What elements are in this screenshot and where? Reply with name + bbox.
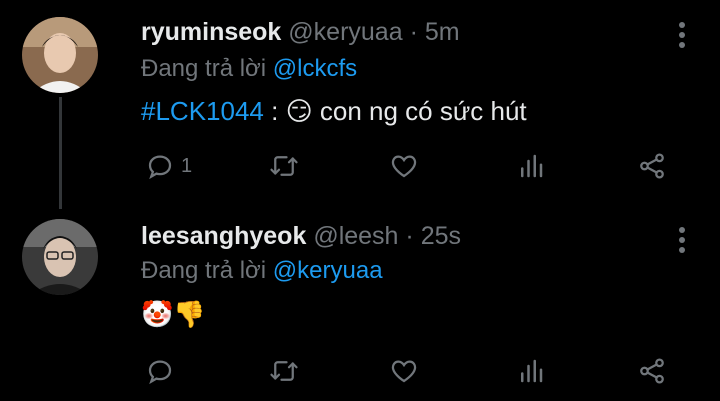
more-icon[interactable] (678, 22, 686, 50)
like-button[interactable] (389, 148, 419, 184)
body-text: con ng có sức hút (312, 96, 527, 126)
tweet-text: 🤡👎 (141, 299, 206, 330)
tweet-text: #LCK1044 : 😏 con ng có sức hút (141, 96, 527, 127)
retweet-button[interactable] (269, 148, 299, 184)
display-name[interactable]: ryuminseok (141, 18, 281, 46)
tweet-header: leesanghyeok @leesh · 25s (141, 222, 461, 251)
separator: · (405, 222, 414, 250)
views-icon (521, 359, 543, 383)
views-button[interactable] (516, 148, 546, 184)
tweet-header: ryuminseok @keryuaa · 5m (141, 18, 460, 47)
like-button[interactable] (389, 353, 419, 389)
reply-icon (148, 155, 172, 180)
body-colon: : (263, 96, 286, 126)
tweet[interactable]: leesanghyeok @leesh · 25s Đang trả lời @… (0, 205, 720, 401)
like-icon (391, 360, 417, 383)
smirk-emoji: 😏 (285, 96, 313, 126)
share-icon (640, 358, 664, 384)
timestamp[interactable]: 25s (421, 222, 461, 250)
user-handle[interactable]: @keryuaa (288, 18, 402, 46)
tweet-actions: 1 (141, 148, 681, 188)
share-button[interactable] (637, 353, 667, 389)
tweet[interactable]: ryuminseok @keryuaa · 5m Đang trả lời @l… (0, 0, 720, 209)
views-icon (521, 154, 543, 178)
avatar[interactable] (22, 219, 98, 295)
separator: · (409, 18, 418, 46)
clown-thumbs-down-emoji: 🤡👎 (141, 299, 206, 329)
reply-prefix: Đang trả lời (141, 257, 267, 284)
replying-to: Đang trả lời @keryuaa (141, 257, 383, 285)
more-icon[interactable] (678, 227, 686, 255)
replying-to: Đang trả lời @lckcfs (141, 55, 357, 83)
reply-prefix: Đang trả lời (141, 55, 267, 82)
share-button[interactable] (637, 148, 667, 184)
retweet-icon (270, 361, 298, 381)
reply-mention[interactable]: @lckcfs (273, 55, 357, 82)
share-icon (640, 153, 664, 179)
reply-mention[interactable]: @keryuaa (273, 257, 383, 284)
retweet-button[interactable] (269, 353, 299, 389)
thread-line (59, 97, 62, 209)
reply-button[interactable]: 1 (145, 148, 192, 184)
timestamp[interactable]: 5m (425, 18, 460, 46)
reply-button[interactable] (145, 353, 175, 389)
display-name[interactable]: leesanghyeok (141, 222, 306, 250)
like-icon (391, 155, 417, 178)
retweet-icon (270, 156, 298, 176)
user-handle[interactable]: @leesh (313, 222, 398, 250)
views-button[interactable] (516, 353, 546, 389)
reply-icon (148, 360, 172, 385)
hashtag-link[interactable]: #LCK1044 (141, 96, 264, 126)
tweet-actions (141, 353, 681, 393)
reply-count: 1 (181, 154, 193, 177)
avatar[interactable] (22, 17, 98, 93)
